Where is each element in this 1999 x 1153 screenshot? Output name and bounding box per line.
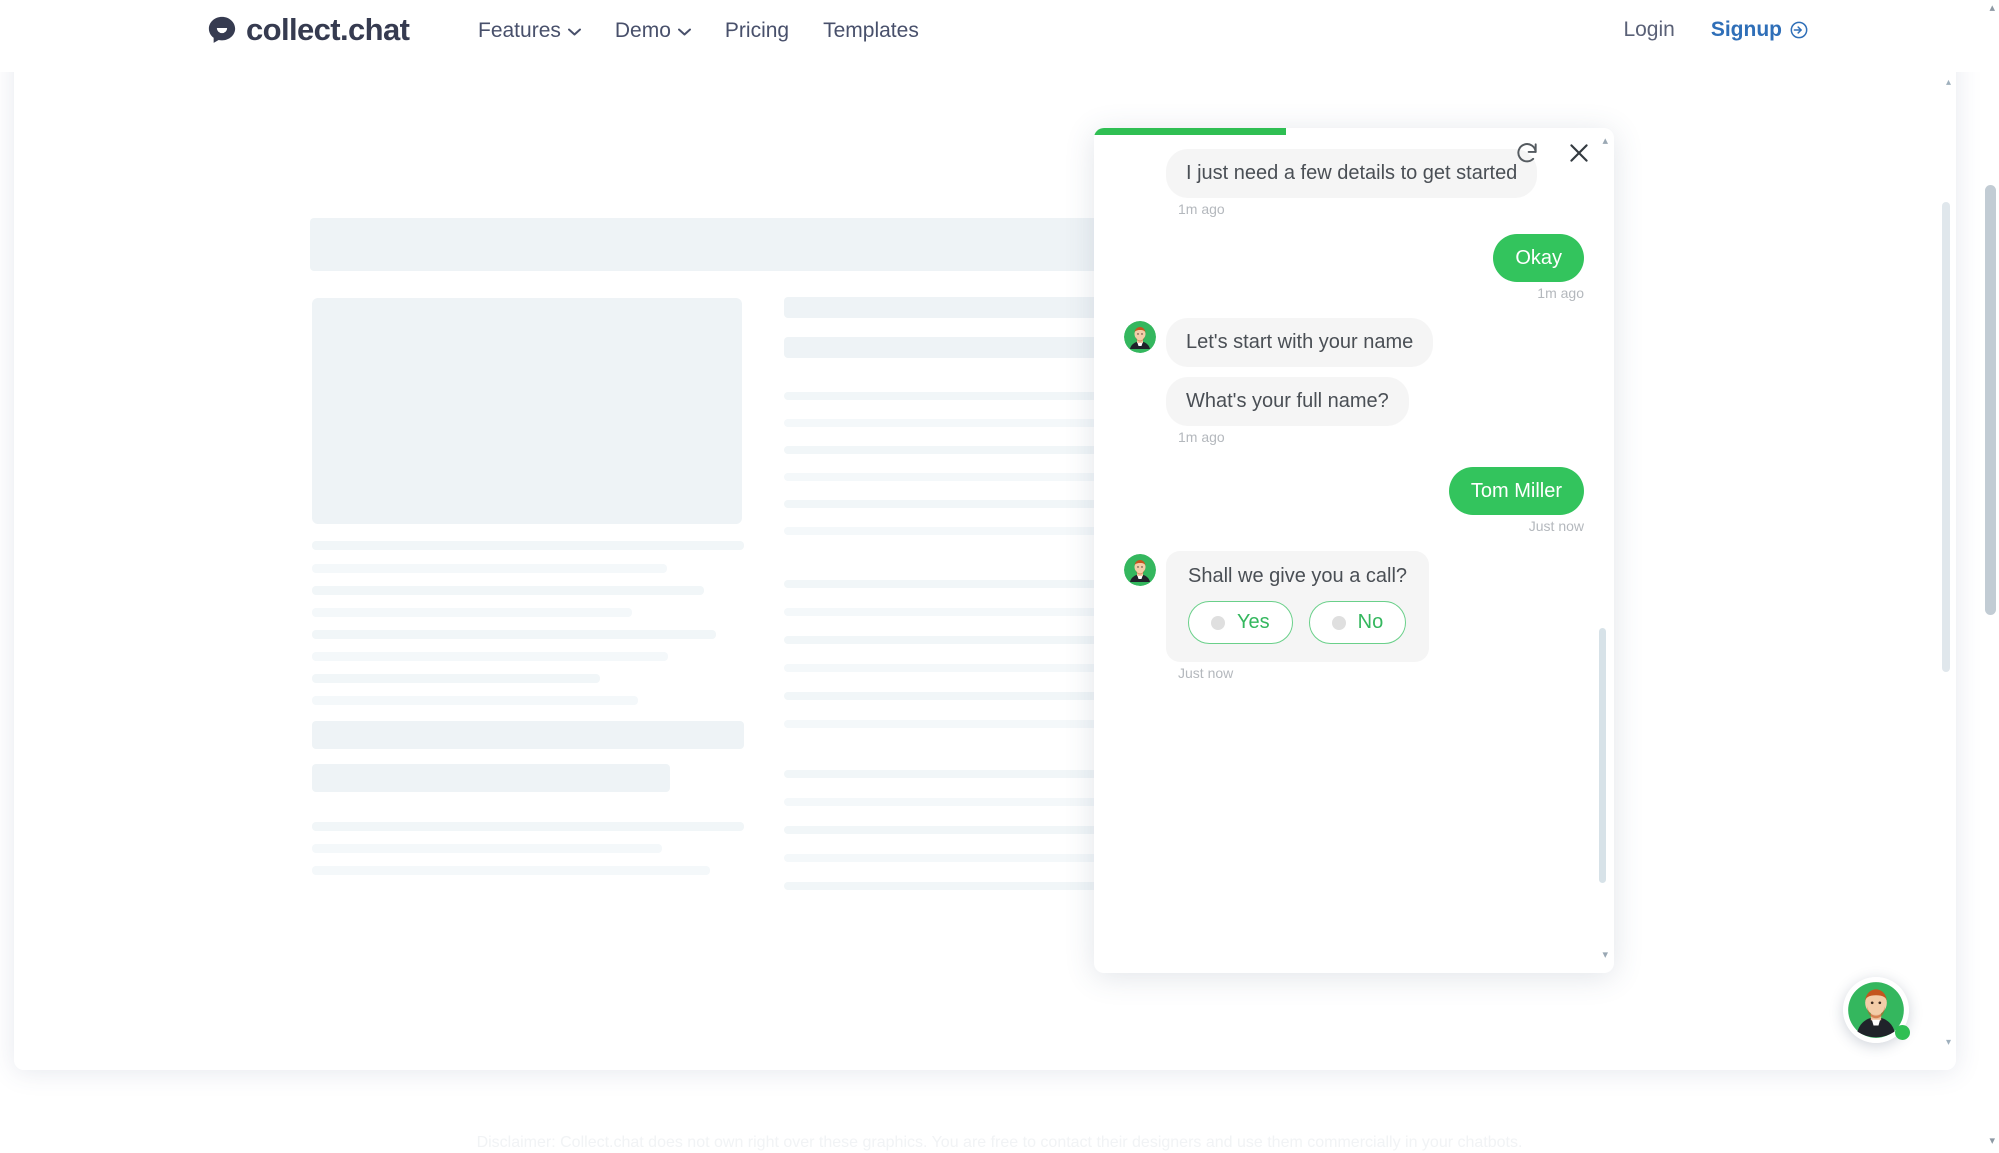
- nav-label: Demo: [614, 19, 671, 42]
- user-message-bubble: Tom Miller: [1448, 467, 1584, 515]
- skeleton-line: [312, 586, 704, 595]
- chat-message: Okay: [1124, 234, 1584, 282]
- skeleton-line: [312, 674, 600, 683]
- close-chat-button[interactable]: [1566, 140, 1592, 166]
- chat-widget: I just need a few details to get started…: [1094, 128, 1614, 973]
- chat-message: Let's start with your name: [1124, 318, 1584, 367]
- bot-message-bubble: I just need a few details to get started: [1166, 149, 1538, 198]
- signup-label: Signup: [1710, 18, 1782, 41]
- choice-option-label: No: [1357, 611, 1384, 633]
- chat-message: What's your full name?: [1124, 377, 1584, 426]
- main-navigation: Features Demo Pricing Templates: [478, 20, 919, 41]
- nav-item-features[interactable]: Features: [478, 20, 581, 41]
- user-message-bubble: Okay: [1493, 234, 1584, 282]
- arrow-right-circle-icon: [1790, 21, 1808, 38]
- chat-launcher-button[interactable]: [1843, 977, 1910, 1043]
- chat-message: Tom Miller: [1124, 467, 1584, 515]
- choice-options-row: Yes No: [1188, 601, 1407, 644]
- chat-progress-track: [1094, 128, 1614, 135]
- online-status-badge: [1895, 1025, 1910, 1040]
- nav-label: Pricing: [724, 19, 790, 42]
- skeleton-line: [312, 564, 667, 573]
- mock-page-content: ▴ ▾ I just need a few details to get sta…: [14, 72, 1956, 1070]
- brand-name: collect.chat: [246, 12, 410, 47]
- signup-link[interactable]: Signup: [1711, 19, 1809, 40]
- skeleton-line: [312, 822, 744, 831]
- message-timestamp: Just now: [1178, 665, 1234, 681]
- choice-option-label: Yes: [1237, 611, 1270, 633]
- bot-avatar-icon: [1124, 554, 1156, 586]
- skeleton-line: [312, 608, 632, 617]
- browser-mockup-window: ▴ ▾ I just need a few details to get sta…: [14, 40, 1956, 1070]
- radio-icon: [1211, 615, 1225, 630]
- nav-label: Templates: [823, 19, 919, 42]
- restart-conversation-button[interactable]: [1514, 140, 1540, 166]
- message-timestamp: 1m ago: [1178, 429, 1225, 445]
- message-timestamp: 1m ago: [1537, 285, 1584, 301]
- chat-scrollbar-thumb[interactable]: [1599, 628, 1606, 883]
- chat-progress-fill: [1094, 128, 1287, 135]
- skeleton-line: [312, 844, 662, 853]
- site-header: collect.chat Features Demo Pricing Templ…: [0, 0, 1999, 72]
- skeleton-card-bar: [312, 764, 670, 792]
- nav-item-templates[interactable]: Templates: [823, 20, 919, 41]
- skeleton-line: [312, 541, 744, 550]
- choice-question-card: Shall we give you a call? Yes No: [1166, 551, 1430, 662]
- bot-message-bubble: Let's start with your name: [1166, 318, 1434, 367]
- skeleton-line: [312, 866, 710, 875]
- page-scroll-down-arrow[interactable]: ▾: [1989, 1136, 1995, 1147]
- skeleton-card-bar: [312, 721, 744, 749]
- page-scroll-up-arrow[interactable]: ▴: [1989, 3, 1995, 14]
- nav-item-pricing[interactable]: Pricing: [725, 20, 789, 41]
- mock-scroll-up-arrow[interactable]: ▴: [1946, 78, 1951, 88]
- chevron-down-icon: [567, 28, 581, 36]
- brand-logo-link[interactable]: collect.chat: [207, 12, 410, 47]
- login-link[interactable]: Login: [1623, 19, 1674, 40]
- nav-label: Features: [478, 19, 561, 42]
- chat-message: Shall we give you a call? Yes No: [1124, 551, 1584, 662]
- choice-option-no[interactable]: No: [1308, 601, 1407, 644]
- refresh-icon: [1517, 143, 1537, 163]
- chat-scroll-up-caret[interactable]: ▴: [1602, 136, 1608, 147]
- close-icon: [1570, 144, 1588, 162]
- skeleton-line: [312, 696, 638, 705]
- nav-item-demo[interactable]: Demo: [615, 20, 691, 41]
- auth-navigation: Login Signup: [1623, 19, 1809, 40]
- mock-scroll-down-arrow[interactable]: ▾: [1946, 1038, 1951, 1048]
- radio-icon: [1331, 615, 1346, 630]
- page-scrollbar-thumb[interactable]: [1985, 185, 1996, 615]
- mock-scrollbar-thumb[interactable]: [1942, 202, 1950, 672]
- disclaimer-text: Disclaimer: Collect.chat does not own ri…: [476, 1134, 1523, 1151]
- choice-option-yes[interactable]: Yes: [1188, 601, 1293, 644]
- chat-widget-controls: [1514, 140, 1592, 166]
- page-scrollbar-track[interactable]: ▴ ▾: [1982, 0, 1999, 1153]
- choice-question-text: Shall we give you a call?: [1188, 565, 1408, 587]
- chat-scroll-down-caret[interactable]: ▾: [1602, 950, 1608, 961]
- skeleton-image-block: [312, 298, 742, 524]
- bot-message-bubble: What's your full name?: [1166, 377, 1409, 426]
- message-timestamp: Just now: [1528, 518, 1584, 534]
- chat-bubble-logo-icon: [208, 16, 236, 43]
- skeleton-line: [312, 652, 668, 661]
- chevron-down-icon: [677, 28, 691, 36]
- chat-message-list[interactable]: I just need a few details to get started…: [1094, 135, 1614, 955]
- bot-avatar-icon: [1124, 321, 1156, 353]
- message-timestamp: 1m ago: [1178, 201, 1225, 217]
- skeleton-line: [312, 630, 716, 639]
